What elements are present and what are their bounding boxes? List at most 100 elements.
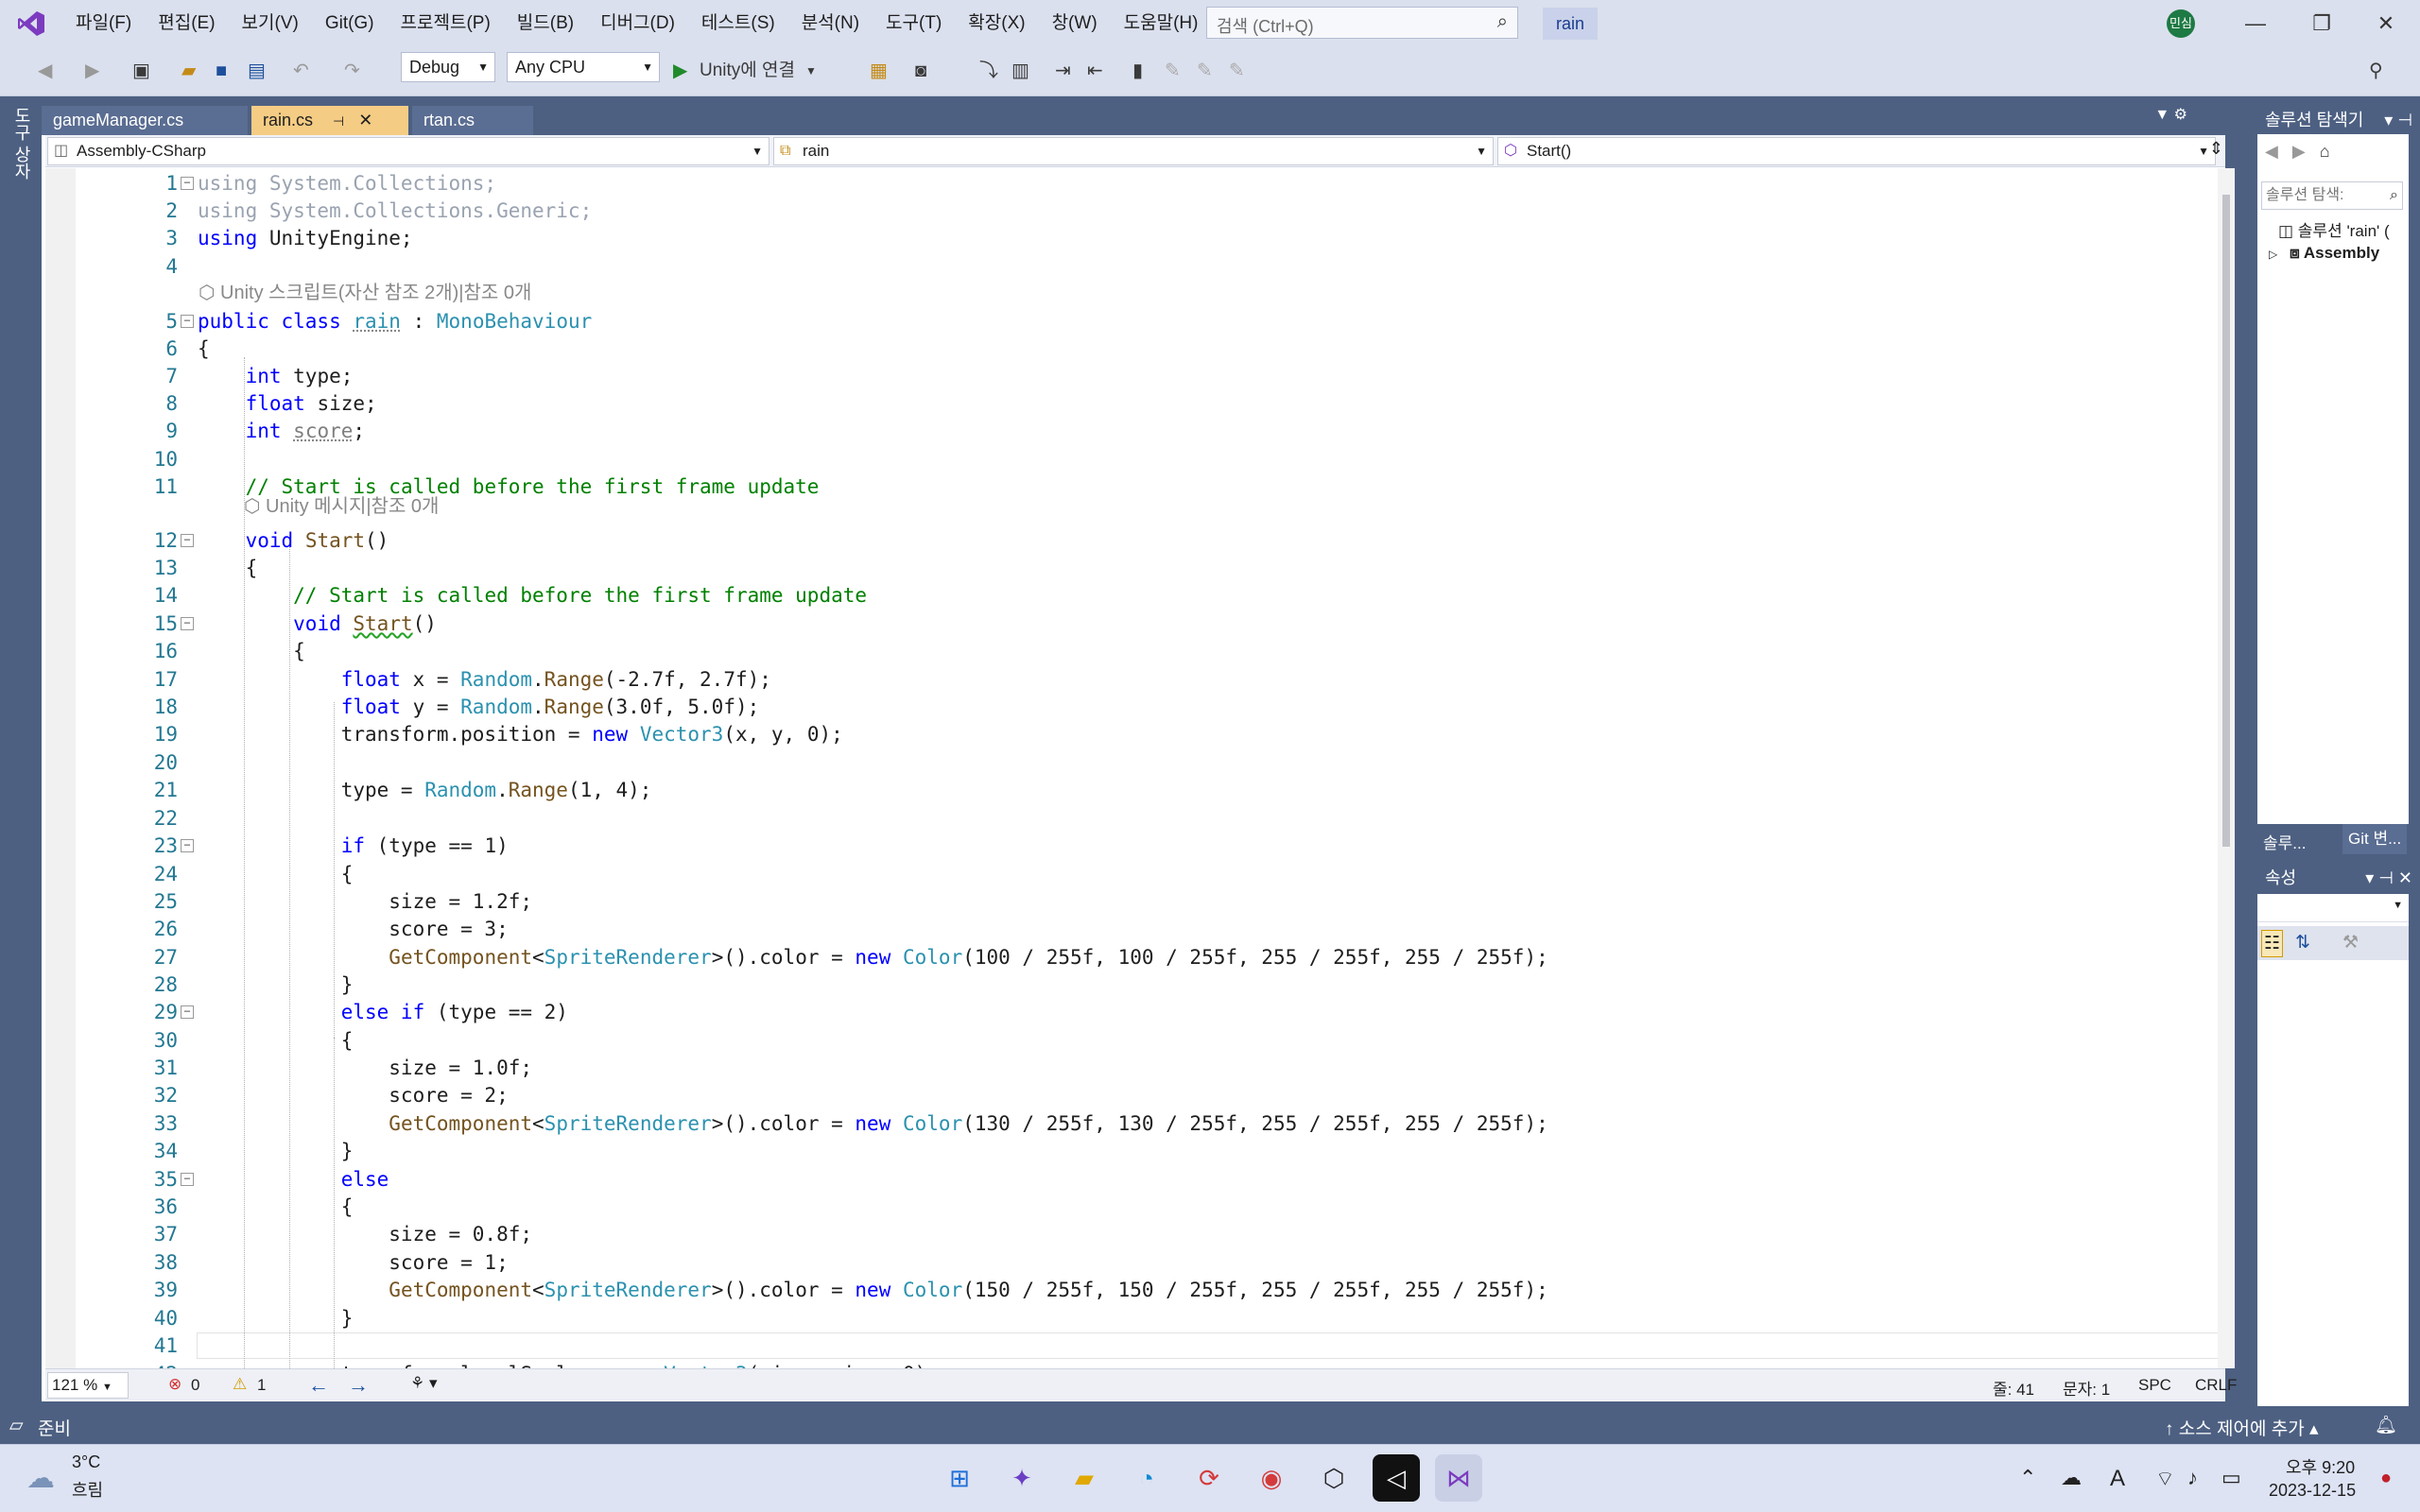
clear-bookmarks-icon[interactable]: ✎: [1229, 57, 1245, 85]
menu-item[interactable]: 프로젝트(P): [388, 0, 504, 47]
menu-item[interactable]: 창(W): [1039, 0, 1111, 47]
notification-icon[interactable]: ●: [2380, 1468, 2392, 1489]
tab-rtan[interactable]: rtan.cs: [412, 106, 533, 135]
save-all-icon[interactable]: ▤: [248, 57, 266, 85]
line-number[interactable]: 20: [95, 749, 178, 776]
prev-bookmark-icon[interactable]: ✎: [1165, 57, 1181, 85]
menu-item[interactable]: 분석(N): [788, 0, 873, 47]
copilot-icon[interactable]: ✦: [998, 1454, 1046, 1502]
edge-icon[interactable]: ◔: [1123, 1454, 1170, 1502]
codelens[interactable]: ⬡ Unity 메시지|참조 0개: [244, 493, 439, 520]
menu-item[interactable]: Git(G): [312, 0, 388, 47]
code-line[interactable]: score = 2;: [198, 1082, 508, 1108]
line-number[interactable]: 10: [95, 446, 178, 472]
menu-item[interactable]: 테스트(S): [688, 0, 788, 47]
collapse-icon[interactable]: −: [181, 177, 194, 190]
line-number[interactable]: 3: [95, 225, 178, 251]
line-number[interactable]: 37: [95, 1221, 178, 1247]
wrench-icon[interactable]: ⚒: [2342, 932, 2359, 954]
line-number[interactable]: 16: [95, 638, 178, 664]
close-tab-icon[interactable]: ✕: [358, 111, 372, 129]
code-line[interactable]: void Start(): [198, 610, 437, 637]
platform-dropdown[interactable]: Any CPU ▼: [507, 52, 660, 82]
line-number[interactable]: 41: [95, 1332, 178, 1359]
toolbox-strip[interactable]: 도구 상자: [0, 97, 38, 1401]
step-icon[interactable]: ⤵: [979, 57, 998, 85]
line-number[interactable]: 19: [95, 721, 178, 747]
panel-options-icon[interactable]: ▾ ⊣: [2384, 106, 2412, 134]
minimize-button[interactable]: —: [2225, 0, 2286, 47]
code-line[interactable]: size = 1.2f;: [198, 888, 532, 915]
member-dropdown[interactable]: ⬡ Start() ▼: [1497, 137, 2216, 165]
line-number[interactable]: 7: [95, 363, 178, 389]
solution-node[interactable]: ◫ 솔루션 'rain' (: [2278, 217, 2390, 241]
code-line[interactable]: {: [198, 1027, 354, 1054]
error-icon[interactable]: ⊗: [168, 1375, 182, 1394]
visual-studio-logo-icon[interactable]: [0, 0, 62, 47]
project-dropdown[interactable]: ◫ Assembly-CSharp ▼: [47, 137, 769, 165]
code-line[interactable]: {: [198, 1194, 354, 1220]
whitespace-indicator[interactable]: SPC: [2138, 1376, 2171, 1395]
tray-overflow-icon[interactable]: ⌃: [2019, 1466, 2036, 1490]
code-line[interactable]: {: [198, 638, 305, 664]
menu-item[interactable]: 편집(E): [145, 0, 228, 47]
volume-icon[interactable]: ♪: [2187, 1466, 2198, 1490]
menu-item[interactable]: 보기(V): [229, 0, 312, 47]
code-line[interactable]: float size;: [198, 390, 377, 417]
indicator-margin[interactable]: [45, 168, 76, 1368]
code-line[interactable]: using UnityEngine;: [198, 225, 413, 251]
forward-icon[interactable]: ▶: [2292, 142, 2306, 161]
line-number[interactable]: 18: [95, 694, 178, 720]
collapse-icon[interactable]: −: [181, 1173, 194, 1186]
wifi-icon[interactable]: ⌔: [2155, 1466, 2175, 1492]
line-indicator[interactable]: 줄: 41: [1993, 1376, 2034, 1400]
find-in-files-icon[interactable]: ▦: [870, 57, 888, 85]
project-node[interactable]: ▷ ⧈ Assembly: [2269, 244, 2379, 263]
code-line[interactable]: int score;: [198, 418, 365, 444]
new-project-icon[interactable]: ▣: [132, 57, 150, 85]
forward-icon[interactable]: ▶: [85, 57, 99, 85]
menu-item[interactable]: 디버그(D): [587, 0, 688, 47]
line-number[interactable]: 23: [95, 833, 178, 859]
code-line[interactable]: size = 1.0f;: [198, 1055, 532, 1081]
line-number[interactable]: 8: [95, 390, 178, 417]
panel-options-icon[interactable]: ▾ ⊣ ✕: [2365, 864, 2412, 892]
cleanup-icon[interactable]: ⚘ ▾: [410, 1374, 438, 1393]
line-number[interactable]: 6: [95, 335, 178, 362]
file-explorer-icon[interactable]: ▰: [1061, 1454, 1108, 1502]
line-number[interactable]: 15: [95, 610, 178, 637]
scrollbar-thumb[interactable]: [2222, 195, 2230, 847]
maximize-button[interactable]: ❐: [2291, 0, 2352, 47]
line-number[interactable]: 12: [95, 527, 178, 554]
clock-time[interactable]: 오후 9:20: [2286, 1454, 2355, 1479]
line-number[interactable]: 42: [95, 1361, 178, 1368]
warning-icon[interactable]: ⚠: [233, 1375, 247, 1394]
line-number[interactable]: 35: [95, 1166, 178, 1193]
feedback-icon[interactable]: ⚲: [2369, 57, 2383, 85]
cloud-icon[interactable]: ☁: [26, 1462, 55, 1495]
sync-app-icon[interactable]: ⟳: [1185, 1454, 1233, 1502]
code-line[interactable]: using System.Collections.Generic;: [198, 198, 592, 224]
split-editor-icon[interactable]: ⇕: [2209, 139, 2223, 159]
next-bookmark-icon[interactable]: ✎: [1197, 57, 1213, 85]
code-line[interactable]: int type;: [198, 363, 354, 389]
line-number[interactable]: 30: [95, 1027, 178, 1054]
tab-solution-explorer[interactable]: 솔루...: [2263, 830, 2306, 853]
tab-rain[interactable]: rain.cs ⊣ ✕: [251, 106, 408, 135]
tab-git-changes[interactable]: Git 변...: [2342, 824, 2408, 854]
bookmark-icon[interactable]: ▮: [1132, 57, 1143, 85]
menu-item[interactable]: 빌드(B): [504, 0, 587, 47]
run-dropdown-icon[interactable]: ▼: [805, 57, 817, 85]
clock-date[interactable]: 2023-12-15: [2269, 1481, 2356, 1501]
tab-gamemanager[interactable]: gameManager.cs: [42, 106, 248, 135]
line-number[interactable]: 34: [95, 1138, 178, 1164]
tab-overflow-icon[interactable]: ▼ ⚙: [2154, 105, 2187, 124]
code-line[interactable]: GetComponent<SpriteRenderer>().color = n…: [198, 1110, 1547, 1137]
prev-issue-icon[interactable]: ←: [308, 1373, 329, 1398]
collapse-icon[interactable]: −: [181, 315, 194, 328]
zoom-dropdown[interactable]: 121 % ▼: [47, 1372, 129, 1399]
config-dropdown[interactable]: Debug ▼: [401, 52, 495, 82]
run-button[interactable]: Unity에 연결: [700, 57, 795, 85]
code-editor[interactable]: 1− using System.Collections; 2 using System…: [45, 168, 2218, 1368]
line-number[interactable]: 26: [95, 916, 178, 942]
